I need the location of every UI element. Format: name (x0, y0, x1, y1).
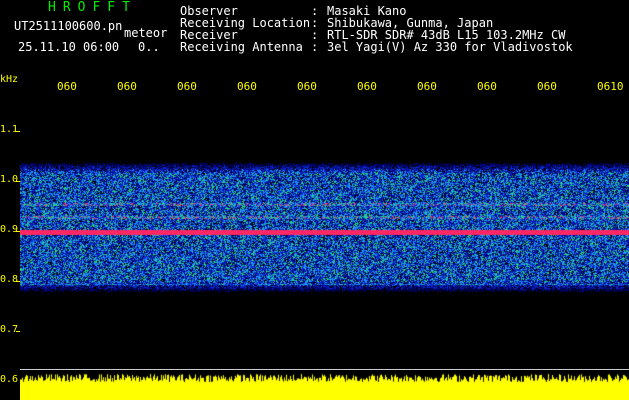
x-tick-label: 060 (417, 80, 437, 93)
meteor-label: meteor (124, 26, 168, 40)
y-tick-label: 0.8 (0, 274, 19, 285)
hrofft-window: HROFFT UT2511100600.pn meteor 25.11.10 0… (0, 0, 629, 400)
x-tick-label: 060 (177, 80, 197, 93)
x-tick-label: 060 (237, 80, 257, 93)
x-tick-label: 060 (537, 80, 557, 93)
x-tick-label: 060 (477, 80, 497, 93)
antenna-colon: : (311, 40, 319, 54)
power-graph (20, 368, 629, 400)
x-tick-label: 0610 (597, 80, 624, 93)
file-name: UT2511100600.pn (14, 19, 123, 33)
y-tick-label: 0.7 (0, 324, 19, 335)
antenna-value: 3el Yagi(V) Az 330 for Vladivostok (327, 40, 573, 54)
x-tick-label: 060 (57, 80, 77, 93)
y-tick-label: 1.0 (0, 174, 19, 185)
x-tick-label: 060 (117, 80, 137, 93)
x-tick-label: 060 (297, 80, 317, 93)
spectrogram (20, 93, 629, 368)
datetime: 25.11.10 06:00 (18, 40, 120, 54)
y-tick-label: 1.1 (0, 124, 19, 135)
x-tick-label: 060 (357, 80, 377, 93)
y-tick-label: 0.9 (0, 224, 19, 235)
y-tick-label: 0.6 (0, 374, 19, 385)
antenna-label: Receiving Antenna (180, 40, 303, 54)
app-title: HROFFT (48, 0, 137, 15)
meteor-count: 0.. (138, 40, 160, 54)
y-axis-unit: kHz (0, 74, 19, 85)
